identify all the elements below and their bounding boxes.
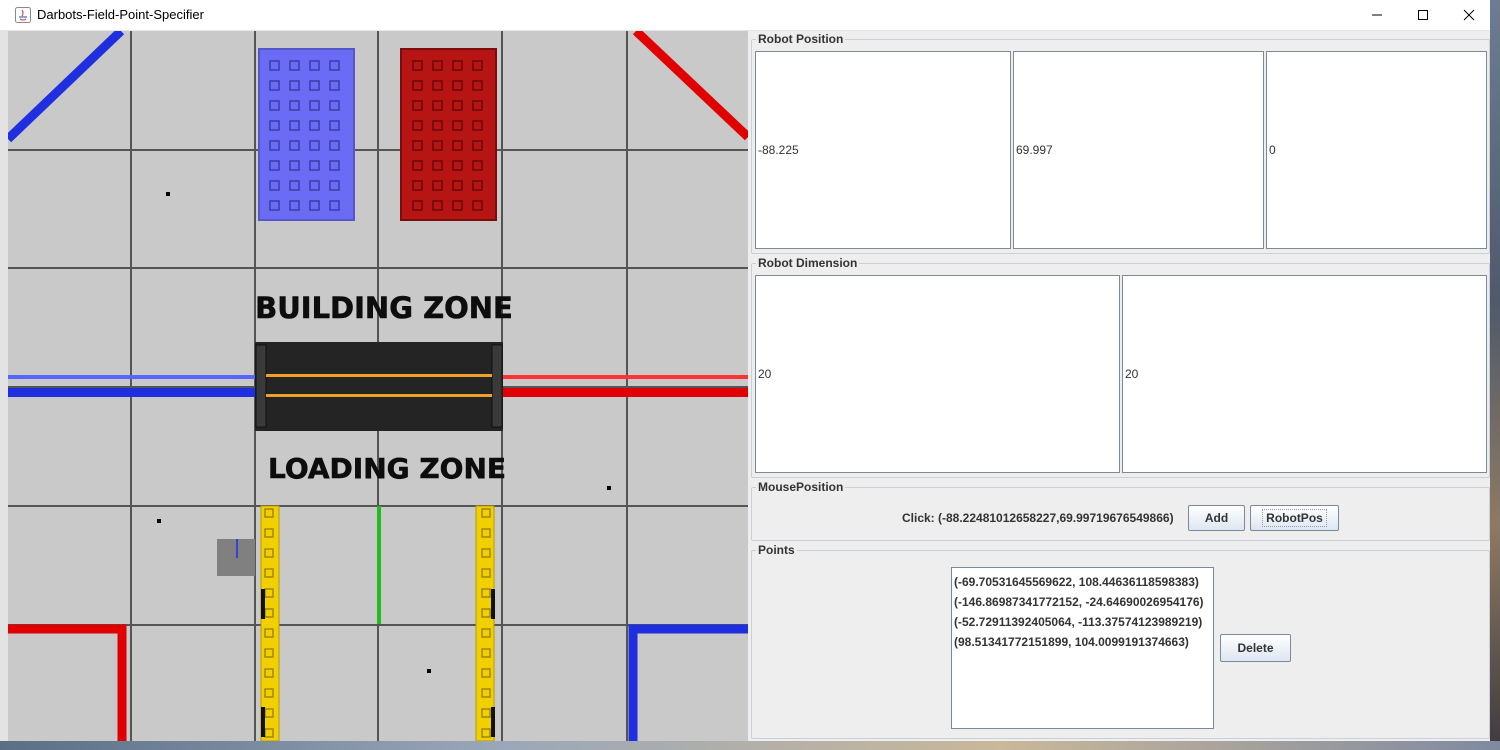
waypoint-dot xyxy=(157,519,161,523)
delete-button[interactable]: Delete xyxy=(1220,634,1291,662)
list-item[interactable]: (-146.86987341772152, -24.64690026954176… xyxy=(952,592,1213,612)
minimize-button[interactable] xyxy=(1354,0,1400,30)
robot-rotation-field[interactable]: 0 xyxy=(1266,51,1487,249)
points-list[interactable]: (-69.70531645569622, 108.44636118598383)… xyxy=(951,567,1214,729)
close-icon xyxy=(1463,9,1475,21)
close-button[interactable] xyxy=(1446,0,1492,30)
green-center-line xyxy=(377,506,381,624)
loading-zone-label: LOADING ZONE xyxy=(268,452,506,485)
field-map[interactable]: BUILDING ZONE LOADING ZONE xyxy=(8,31,748,741)
maximize-icon xyxy=(1418,10,1428,20)
window-titlebar[interactable]: Darbots-Field-Point-Specifier xyxy=(0,0,1490,31)
robot-width-value: 20 xyxy=(758,367,772,381)
mouse-position-title: MousePosition xyxy=(756,480,846,494)
maximize-button[interactable] xyxy=(1400,0,1446,30)
robotpos-button-label: RobotPos xyxy=(1262,509,1327,527)
robot-position-title: Robot Position xyxy=(756,32,846,46)
blue-diagonal-tape xyxy=(8,31,125,143)
robot-width-field[interactable]: 20 xyxy=(755,275,1120,473)
red-foundation xyxy=(400,48,497,221)
blue-skybridge-tape-top xyxy=(8,375,258,379)
list-item[interactable]: (98.51341772151899, 104.0099191374663) xyxy=(952,632,1213,652)
control-panel: Robot Position -88.225 69.997 0 Robot Di… xyxy=(748,31,1490,741)
building-zone-label: BUILDING ZONE xyxy=(255,291,513,325)
waypoint-dot xyxy=(427,669,431,673)
list-item[interactable]: (-52.72911392405064, -113.37574123989219… xyxy=(952,612,1213,632)
desktop-background-bottom xyxy=(0,741,1500,750)
points-title: Points xyxy=(756,543,797,557)
robot-y-field[interactable]: 69.997 xyxy=(1013,51,1264,249)
robot-height-field[interactable]: 20 xyxy=(1122,275,1487,473)
list-item[interactable]: (-69.70531645569622, 108.44636118598383) xyxy=(952,572,1213,592)
yellow-stone-column-right xyxy=(475,505,495,741)
waypoint-dot xyxy=(607,486,611,490)
robotpos-button[interactable]: RobotPos xyxy=(1250,505,1339,531)
robot-x-value: -88.225 xyxy=(758,143,799,157)
click-coordinates: Click: (-88.22481012658227,69.9971967654… xyxy=(902,511,1174,525)
yellow-stone-column-left xyxy=(260,505,280,741)
java-app-icon xyxy=(15,7,31,23)
delete-button-label: Delete xyxy=(1237,641,1274,655)
desktop-background-left xyxy=(0,30,8,750)
robot-height-value: 20 xyxy=(1125,367,1139,381)
mouse-position-group: MousePosition Click: (-88.22481012658227… xyxy=(751,480,1490,541)
robot-x-field[interactable]: -88.225 xyxy=(755,51,1011,249)
blue-skybridge-tape-bottom xyxy=(8,388,258,397)
window-title: Darbots-Field-Point-Specifier xyxy=(37,7,204,22)
add-button[interactable]: Add xyxy=(1188,505,1245,531)
robot-dimension-title: Robot Dimension xyxy=(756,256,860,270)
robot-marker xyxy=(217,539,255,576)
blue-foundation xyxy=(258,48,355,221)
robot-position-group: Robot Position -88.225 69.997 0 xyxy=(751,32,1490,254)
red-skybridge-tape-top xyxy=(502,375,748,379)
waypoint-dot xyxy=(166,192,170,196)
robot-dimension-group: Robot Dimension 20 20 xyxy=(751,256,1490,478)
desktop-background-right xyxy=(1490,0,1500,750)
red-diagonal-tape xyxy=(632,31,748,141)
skybridge xyxy=(255,342,503,431)
add-button-label: Add xyxy=(1204,511,1229,525)
red-skybridge-tape-bottom xyxy=(502,388,748,397)
points-group: Points (-69.70531645569622, 108.44636118… xyxy=(751,543,1490,739)
robot-rotation-value: 0 xyxy=(1269,143,1276,157)
blue-depot-tape xyxy=(628,624,748,741)
robot-y-value: 69.997 xyxy=(1016,143,1053,157)
red-depot-tape xyxy=(8,624,127,741)
minimize-icon xyxy=(1372,14,1382,16)
